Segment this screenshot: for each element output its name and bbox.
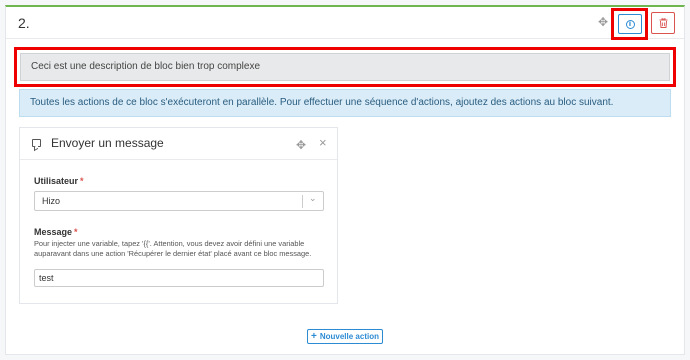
info-icon: i [625,19,635,29]
block-header: 2. ✥ i [6,7,684,40]
delete-button[interactable] [651,12,675,34]
message-label-text: Message [34,227,73,237]
block-number: 2. [18,15,30,31]
message-icon [32,139,41,147]
select-separator [302,195,303,208]
parallel-info-alert: Toutes les actions de ce bloc s'exécuter… [19,89,671,117]
user-select-value: Hizo [42,196,61,206]
required-marker: * [74,227,78,237]
description-highlight: Ceci est une description de bloc bien tr… [14,47,676,87]
message-input[interactable]: test [34,269,324,287]
required-marker: * [80,176,84,186]
action-card-send-message: Envoyer un message ✥ × Utilisateur * Hizo… [19,127,338,304]
block-card: 2. ✥ i Ceci est une description de bloc … [5,5,685,355]
move-icon[interactable]: ✥ [598,16,608,28]
close-icon[interactable]: × [319,136,327,149]
user-select[interactable]: Hizo ⌄ [34,191,324,211]
message-help-text: Pour injecter une variable, tapez '{{'. … [34,239,312,258]
action-move-icon[interactable]: ✥ [296,139,306,151]
add-action-button[interactable]: + Nouvelle action [307,329,383,344]
message-field-label: Message * [34,227,78,237]
info-button-highlight: i [611,8,648,40]
action-header: Envoyer un message ✥ × [20,128,337,160]
chevron-down-icon[interactable]: ⌄ [309,194,317,204]
block-description[interactable]: Ceci est une description de bloc bien tr… [20,53,670,81]
user-field-label: Utilisateur * [34,176,84,186]
action-title: Envoyer un message [51,136,164,150]
trash-icon [659,18,667,28]
add-action-label: Nouvelle action [319,332,379,341]
plus-icon: + [311,330,317,342]
info-button[interactable]: i [618,14,642,34]
user-label-text: Utilisateur [34,176,79,186]
